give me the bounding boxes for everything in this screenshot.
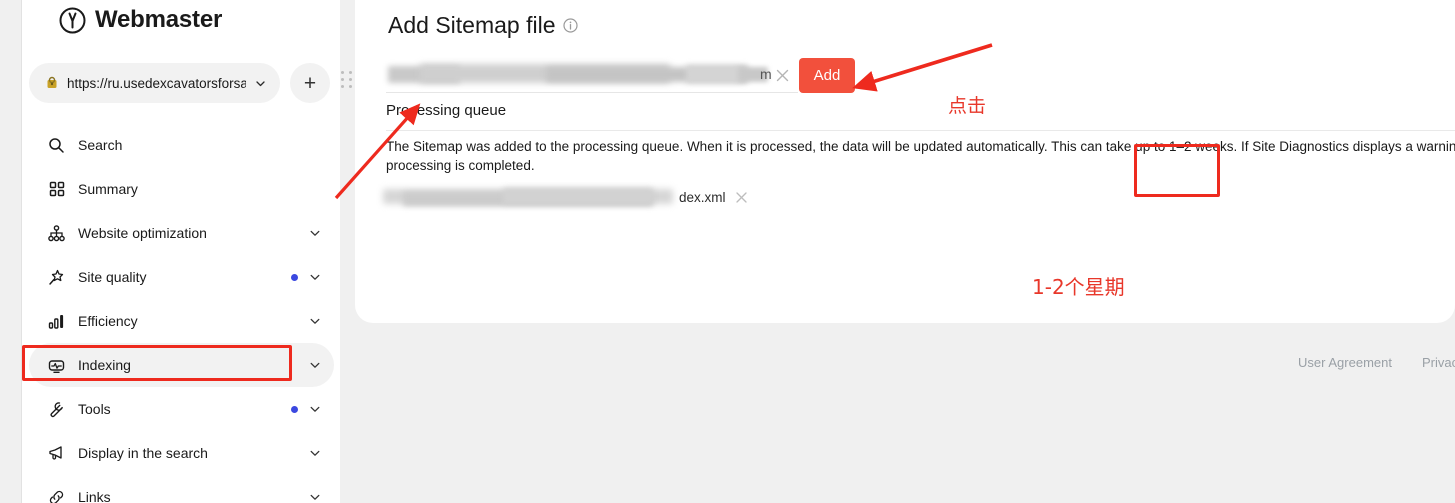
- indexing-page-icon: [47, 356, 66, 375]
- sidebar-item-label: Display in the search: [78, 445, 208, 461]
- chevron-down-icon: [254, 77, 267, 90]
- bar-chart-icon: [47, 312, 66, 331]
- sitemap-file-name: dex.xml: [679, 189, 726, 205]
- app-root: Webmaster https://ru.usedexcavatorsforsa…: [0, 0, 1455, 503]
- add-site-button[interactable]: +: [290, 63, 330, 103]
- sitemap-tree-icon: [47, 224, 66, 243]
- link-chain-icon: [47, 488, 66, 503]
- yandex-y-logo-icon: [59, 7, 86, 34]
- sidebar-item-label: Summary: [78, 181, 138, 197]
- sidebar-item-label: Efficiency: [78, 313, 138, 329]
- star-sparkle-icon: [47, 268, 66, 287]
- processing-queue-heading: Processing queue: [386, 102, 507, 119]
- sidebar-item-website-optimization[interactable]: Website optimization: [29, 211, 334, 255]
- privacy-policy-link[interactable]: Privacy Pol: [1422, 355, 1455, 370]
- sidebar-item-label: Site quality: [78, 269, 147, 285]
- notification-dot: [291, 273, 298, 281]
- sitemap-card: Add Sitemap file m Add Processing queue …: [355, 0, 1455, 323]
- add-button[interactable]: Add: [799, 58, 855, 93]
- sidebar-item-indexing[interactable]: Indexing: [29, 343, 334, 387]
- site-favicon-icon: [44, 76, 59, 91]
- user-agreement-link[interactable]: User Agreement: [1298, 355, 1392, 370]
- drag-dots-handle-icon[interactable]: [341, 71, 353, 89]
- sidebar-item-label: Links: [78, 489, 111, 503]
- sidebar-item-search[interactable]: Search: [29, 123, 334, 167]
- queue-list-item: dex.xml: [383, 185, 749, 209]
- sitemap-url-input[interactable]: m: [386, 58, 798, 93]
- processing-queue-description: The Sitemap was added to the processing …: [386, 139, 1455, 174]
- notification-dot: [291, 405, 298, 413]
- sidebar-item-label: Tools: [78, 401, 111, 417]
- chevron-down-icon[interactable]: [308, 490, 322, 503]
- sidebar-item-label: Indexing: [78, 357, 131, 373]
- page-title: Add Sitemap file: [388, 12, 579, 39]
- brand-header: Webmaster: [59, 0, 222, 40]
- redacted-sitemap-path: [383, 186, 683, 208]
- sidebar: Webmaster https://ru.usedexcavatorsforsa…: [22, 0, 340, 503]
- site-selector-row: https://ru.usedexcavatorsforsales +: [29, 63, 330, 103]
- grid-squares-icon: [47, 180, 66, 199]
- megaphone-icon: [47, 444, 66, 463]
- wrench-icon: [47, 400, 66, 419]
- sidebar-item-display-in-the-search[interactable]: Display in the search: [29, 431, 334, 475]
- left-edge-rail: [0, 0, 22, 503]
- brand-title: Webmaster: [95, 6, 223, 33]
- sidebar-item-links[interactable]: Links: [29, 475, 334, 503]
- footer: User Agreement Privacy Pol: [340, 340, 1455, 385]
- sidebar-item-label: Website optimization: [78, 225, 207, 241]
- sidebar-item-label: Search: [78, 137, 123, 153]
- chevron-down-icon[interactable]: [308, 446, 322, 460]
- site-url-label: https://ru.usedexcavatorsforsales: [67, 75, 246, 91]
- site-selector[interactable]: https://ru.usedexcavatorsforsales: [29, 63, 280, 103]
- chevron-down-icon[interactable]: [308, 314, 322, 328]
- sidebar-item-tools[interactable]: Tools: [29, 387, 334, 431]
- close-x-icon[interactable]: [774, 67, 791, 84]
- sidebar-item-site-quality[interactable]: Site quality: [29, 255, 334, 299]
- sitemap-input-row: m Add: [386, 58, 855, 93]
- sidebar-item-efficiency[interactable]: Efficiency: [29, 299, 334, 343]
- info-circle-icon[interactable]: [563, 18, 579, 33]
- close-x-icon[interactable]: [734, 190, 749, 205]
- sidebar-item-summary[interactable]: Summary: [29, 167, 334, 211]
- page-title-text: Add Sitemap file: [388, 12, 556, 38]
- visible-url-fragment: m: [760, 66, 773, 82]
- chevron-down-icon[interactable]: [308, 358, 322, 372]
- chevron-down-icon[interactable]: [308, 270, 322, 284]
- chevron-down-icon[interactable]: [308, 402, 322, 416]
- magnifier-icon: [47, 136, 66, 155]
- sidebar-nav: Search Summary Website optimization Site…: [29, 123, 334, 503]
- chevron-down-icon[interactable]: [308, 226, 322, 240]
- divider: [386, 130, 1455, 131]
